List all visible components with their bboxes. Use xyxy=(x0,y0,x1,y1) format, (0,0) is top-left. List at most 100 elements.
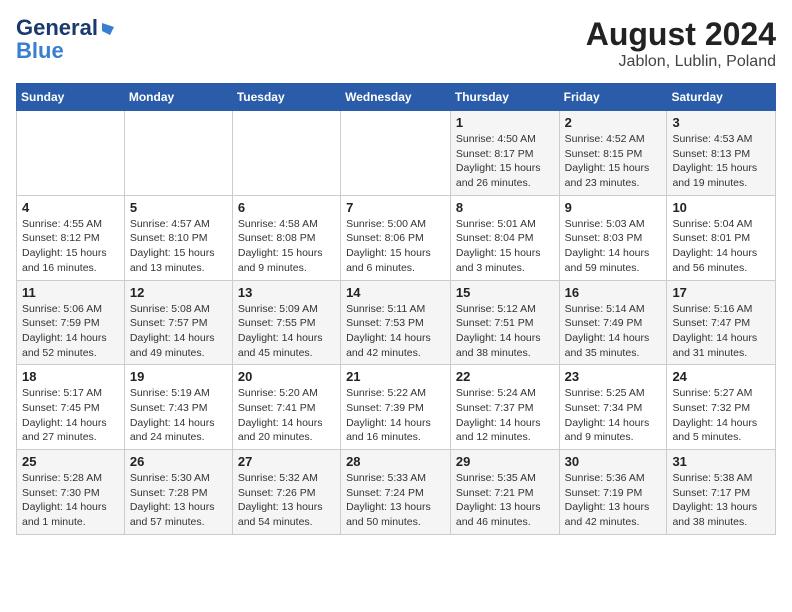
day-info: Sunrise: 5:24 AMSunset: 7:37 PMDaylight:… xyxy=(456,386,554,445)
day-info: Sunrise: 4:50 AMSunset: 8:17 PMDaylight:… xyxy=(456,132,554,191)
logo-text: General xyxy=(16,16,116,40)
logo-blue: Blue xyxy=(16,40,64,62)
week-row-3: 11 Sunrise: 5:06 AMSunset: 7:59 PMDayligh… xyxy=(17,280,776,365)
day-info: Sunrise: 4:53 AMSunset: 8:13 PMDaylight:… xyxy=(672,132,770,191)
day-number: 28 xyxy=(346,454,445,469)
day-cell: 30Sunrise: 5:36 AMSunset: 7:19 PMDayligh… xyxy=(559,450,667,535)
day-cell: 1 Sunrise: 4:50 AMSunset: 8:17 PMDaylight… xyxy=(450,111,559,196)
day-number: 2 xyxy=(565,115,662,130)
day-cell: 17 Sunrise: 5:16 AMSunset: 7:47 PMDayligh… xyxy=(667,280,776,365)
day-cell: 6 Sunrise: 4:58 AMSunset: 8:08 PMDaylight… xyxy=(232,195,340,280)
day-info: Sunrise: 4:57 AMSunset: 8:10 PMDaylight:… xyxy=(130,217,227,276)
day-number: 11 xyxy=(22,285,119,300)
day-cell xyxy=(341,111,451,196)
day-number: 9 xyxy=(565,200,662,215)
day-number: 19 xyxy=(130,369,227,384)
day-info: Sunrise: 5:11 AMSunset: 7:53 PMDaylight:… xyxy=(346,302,445,361)
col-header-sunday: Sunday xyxy=(17,84,125,111)
day-number: 7 xyxy=(346,200,445,215)
day-number: 27 xyxy=(238,454,335,469)
day-cell: 10 Sunrise: 5:04 AMSunset: 8:01 PMDayligh… xyxy=(667,195,776,280)
day-info: Sunrise: 5:33 AMSunset: 7:24 PMDaylight:… xyxy=(346,471,445,530)
day-info: Sunrise: 5:35 AMSunset: 7:21 PMDaylight:… xyxy=(456,471,554,530)
day-cell xyxy=(17,111,125,196)
day-number: 17 xyxy=(672,285,770,300)
day-cell: 8 Sunrise: 5:01 AMSunset: 8:04 PMDaylight… xyxy=(450,195,559,280)
day-info: Sunrise: 4:52 AMSunset: 8:15 PMDaylight:… xyxy=(565,132,662,191)
col-header-wednesday: Wednesday xyxy=(341,84,451,111)
day-cell: 28 Sunrise: 5:33 AMSunset: 7:24 PMDayligh… xyxy=(341,450,451,535)
page-header: General Blue August 2024 Jablon, Lublin,… xyxy=(16,16,776,71)
day-cell: 24 Sunrise: 5:27 AMSunset: 7:32 PMDayligh… xyxy=(667,365,776,450)
day-number: 6 xyxy=(238,200,335,215)
day-info: Sunrise: 5:17 AMSunset: 7:45 PMDaylight:… xyxy=(22,386,119,445)
day-info: Sunrise: 5:09 AMSunset: 7:55 PMDaylight:… xyxy=(238,302,335,361)
day-cell xyxy=(232,111,340,196)
day-cell: 13 Sunrise: 5:09 AMSunset: 7:55 PMDayligh… xyxy=(232,280,340,365)
day-number: 3 xyxy=(672,115,770,130)
day-info: Sunrise: 5:30 AMSunset: 7:28 PMDaylight:… xyxy=(130,471,227,530)
day-cell: 19Sunrise: 5:19 AMSunset: 7:43 PMDayligh… xyxy=(124,365,232,450)
week-row-4: 18 Sunrise: 5:17 AMSunset: 7:45 PMDayligh… xyxy=(17,365,776,450)
day-number: 4 xyxy=(22,200,119,215)
day-number: 18 xyxy=(22,369,119,384)
day-cell: 4 Sunrise: 4:55 AMSunset: 8:12 PMDaylight… xyxy=(17,195,125,280)
day-cell: 29 Sunrise: 5:35 AMSunset: 7:21 PMDayligh… xyxy=(450,450,559,535)
day-number: 22 xyxy=(456,369,554,384)
page-title: August 2024 xyxy=(586,16,776,53)
day-cell: 22 Sunrise: 5:24 AMSunset: 7:37 PMDayligh… xyxy=(450,365,559,450)
day-info: Sunrise: 4:55 AMSunset: 8:12 PMDaylight:… xyxy=(22,217,119,276)
day-number: 8 xyxy=(456,200,554,215)
day-cell: 15Sunrise: 5:12 AMSunset: 7:51 PMDayligh… xyxy=(450,280,559,365)
day-info: Sunrise: 4:58 AMSunset: 8:08 PMDaylight:… xyxy=(238,217,335,276)
day-info: Sunrise: 5:14 AMSunset: 7:49 PMDaylight:… xyxy=(565,302,662,361)
day-cell: 26 Sunrise: 5:30 AMSunset: 7:28 PMDayligh… xyxy=(124,450,232,535)
col-header-friday: Friday xyxy=(559,84,667,111)
col-header-thursday: Thursday xyxy=(450,84,559,111)
day-cell: 27Sunrise: 5:32 AMSunset: 7:26 PMDayligh… xyxy=(232,450,340,535)
calendar-table: SundayMondayTuesdayWednesdayThursdayFrid… xyxy=(16,83,776,535)
week-row-1: 1 Sunrise: 4:50 AMSunset: 8:17 PMDaylight… xyxy=(17,111,776,196)
day-number: 12 xyxy=(130,285,227,300)
day-number: 1 xyxy=(456,115,554,130)
day-info: Sunrise: 5:16 AMSunset: 7:47 PMDaylight:… xyxy=(672,302,770,361)
day-cell: 5 Sunrise: 4:57 AMSunset: 8:10 PMDaylight… xyxy=(124,195,232,280)
day-cell: 11 Sunrise: 5:06 AMSunset: 7:59 PMDayligh… xyxy=(17,280,125,365)
day-number: 23 xyxy=(565,369,662,384)
day-number: 29 xyxy=(456,454,554,469)
title-block: August 2024 Jablon, Lublin, Poland xyxy=(586,16,776,71)
day-number: 5 xyxy=(130,200,227,215)
day-cell: 12Sunrise: 5:08 AMSunset: 7:57 PMDayligh… xyxy=(124,280,232,365)
day-cell: 20Sunrise: 5:20 AMSunset: 7:41 PMDayligh… xyxy=(232,365,340,450)
week-row-2: 4 Sunrise: 4:55 AMSunset: 8:12 PMDaylight… xyxy=(17,195,776,280)
day-info: Sunrise: 5:27 AMSunset: 7:32 PMDaylight:… xyxy=(672,386,770,445)
day-info: Sunrise: 5:36 AMSunset: 7:19 PMDaylight:… xyxy=(565,471,662,530)
day-cell: 18 Sunrise: 5:17 AMSunset: 7:45 PMDayligh… xyxy=(17,365,125,450)
day-cell: 3 Sunrise: 4:53 AMSunset: 8:13 PMDaylight… xyxy=(667,111,776,196)
day-number: 10 xyxy=(672,200,770,215)
day-cell: 14Sunrise: 5:11 AMSunset: 7:53 PMDayligh… xyxy=(341,280,451,365)
day-cell: 16 Sunrise: 5:14 AMSunset: 7:49 PMDayligh… xyxy=(559,280,667,365)
day-cell: 21 Sunrise: 5:22 AMSunset: 7:39 PMDayligh… xyxy=(341,365,451,450)
header-row: SundayMondayTuesdayWednesdayThursdayFrid… xyxy=(17,84,776,111)
day-number: 13 xyxy=(238,285,335,300)
day-number: 26 xyxy=(130,454,227,469)
day-number: 16 xyxy=(565,285,662,300)
day-info: Sunrise: 5:06 AMSunset: 7:59 PMDaylight:… xyxy=(22,302,119,361)
day-number: 24 xyxy=(672,369,770,384)
day-info: Sunrise: 5:04 AMSunset: 8:01 PMDaylight:… xyxy=(672,217,770,276)
day-cell: 23Sunrise: 5:25 AMSunset: 7:34 PMDayligh… xyxy=(559,365,667,450)
col-header-tuesday: Tuesday xyxy=(232,84,340,111)
col-header-saturday: Saturday xyxy=(667,84,776,111)
day-number: 21 xyxy=(346,369,445,384)
day-info: Sunrise: 5:01 AMSunset: 8:04 PMDaylight:… xyxy=(456,217,554,276)
logo: General Blue xyxy=(16,16,116,62)
day-cell: 31Sunrise: 5:38 AMSunset: 7:17 PMDayligh… xyxy=(667,450,776,535)
day-info: Sunrise: 5:38 AMSunset: 7:17 PMDaylight:… xyxy=(672,471,770,530)
day-info: Sunrise: 5:22 AMSunset: 7:39 PMDaylight:… xyxy=(346,386,445,445)
day-info: Sunrise: 5:03 AMSunset: 8:03 PMDaylight:… xyxy=(565,217,662,276)
day-number: 20 xyxy=(238,369,335,384)
col-header-monday: Monday xyxy=(124,84,232,111)
day-cell: 7Sunrise: 5:00 AMSunset: 8:06 PMDaylight… xyxy=(341,195,451,280)
day-number: 25 xyxy=(22,454,119,469)
